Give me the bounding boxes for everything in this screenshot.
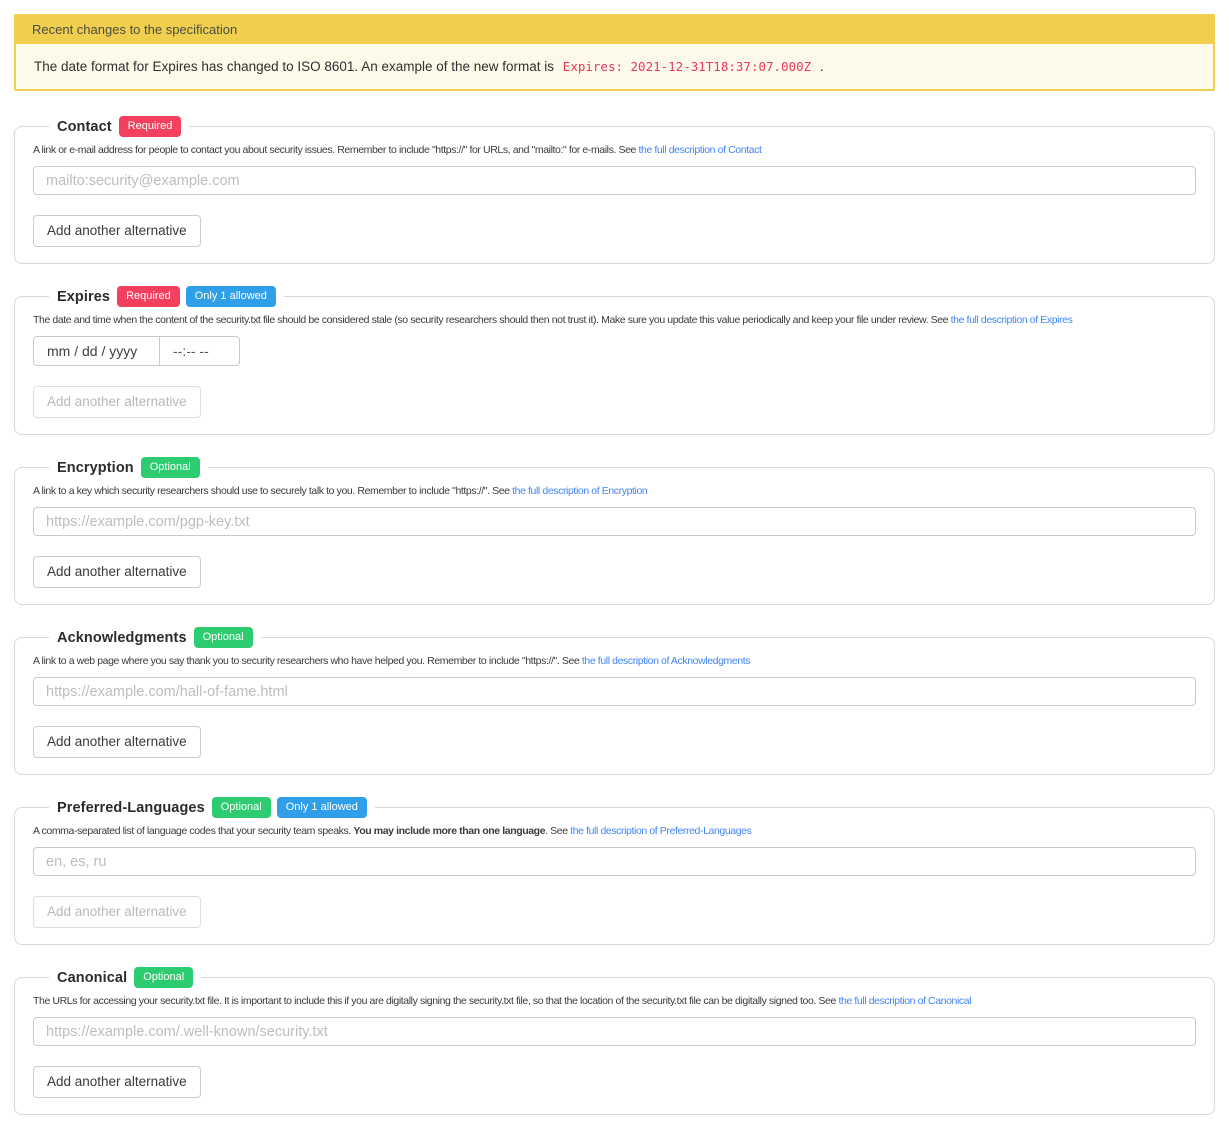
description-text: The URLs for accessing your security.txt… — [33, 995, 839, 1007]
section-description: A comma-separated list of language codes… — [33, 825, 1196, 837]
banner-message: The date format for Expires has changed … — [16, 44, 1213, 89]
section-badges: Required — [118, 116, 182, 137]
optional-badge: Optional — [134, 967, 194, 988]
section-description: The date and time when the content of th… — [33, 314, 1196, 326]
description-text: A comma-separated list of language codes… — [33, 825, 354, 837]
add-alternative-button[interactable]: Add another alternative — [33, 556, 201, 588]
optional-badge: Optional — [193, 627, 253, 648]
section-description: A link to a key which security researche… — [33, 485, 1196, 497]
full-description-link[interactable]: the full description of Canonical — [838, 995, 971, 1007]
input-row — [33, 507, 1196, 536]
input-row — [33, 166, 1196, 195]
securitytxt-form-page: Recent changes to the specification The … — [0, 0, 1229, 1115]
form-section-canonical: Canonical Optional The URLs for accessin… — [14, 967, 1215, 1115]
description-mid-text: . See — [545, 825, 571, 837]
section-title: Acknowledgments — [57, 629, 187, 646]
section-badges: Required Only 1 allowed — [117, 286, 276, 307]
form-section-contact: Contact Required A link or e-mail addres… — [14, 116, 1215, 264]
full-description-link[interactable]: the full description of Preferred-Langua… — [570, 825, 752, 837]
description-text: A link to a key which security researche… — [33, 485, 513, 497]
section-title: Contact — [57, 118, 112, 135]
section-legend: Encryption Optional — [49, 457, 208, 478]
preferred-languages-input[interactable] — [33, 847, 1196, 876]
form-section-encryption: Encryption Optional A link to a key whic… — [14, 457, 1215, 605]
section-legend: Contact Required — [49, 116, 189, 137]
description-text: A link to a web page where you say thank… — [33, 655, 582, 667]
section-title: Canonical — [57, 969, 128, 986]
full-description-link[interactable]: the full description of Contact — [638, 144, 761, 156]
description-bold-text: You may include more than one language — [353, 825, 546, 837]
add-alternative-button[interactable]: Add another alternative — [33, 726, 201, 758]
expires-time-input[interactable]: --:-- -- — [160, 336, 240, 366]
add-alternative-button: Add another alternative — [33, 386, 201, 418]
canonical-input[interactable] — [33, 1017, 1196, 1046]
expires-datetime-group: mm / dd / yyyy --:-- -- — [33, 336, 1196, 366]
section-description: The URLs for accessing your security.txt… — [33, 995, 1196, 1007]
expires-example-code: Expires: 2021-12-31T18:37:07.000Z — [562, 59, 812, 74]
form-sections-container: Contact Required A link or e-mail addres… — [14, 116, 1215, 1115]
form-section-acknowledgments: Acknowledgments Optional A link to a web… — [14, 627, 1215, 775]
section-legend: Acknowledgments Optional — [49, 627, 261, 648]
banner-message-prefix: The date format for Expires has changed … — [34, 59, 558, 74]
section-title: Expires — [57, 288, 111, 305]
description-text: The date and time when the content of th… — [33, 314, 951, 326]
section-badges: Optional — [134, 967, 194, 988]
contact-input[interactable] — [33, 166, 1196, 195]
input-row — [33, 677, 1196, 706]
optional-badge: Optional — [211, 797, 271, 818]
full-description-link[interactable]: the full description of Acknowledgments — [582, 655, 751, 667]
section-badges: Optional — [140, 457, 200, 478]
spec-changes-banner: Recent changes to the specification The … — [14, 14, 1215, 91]
section-badges: Optional Only 1 allowed — [211, 797, 367, 818]
limit-badge: Only 1 allowed — [185, 286, 276, 307]
required-badge: Required — [118, 116, 182, 137]
section-description: A link or e-mail address for people to c… — [33, 144, 1196, 156]
description-text: A link or e-mail address for people to c… — [33, 144, 639, 156]
section-legend: Preferred-Languages Optional Only 1 allow… — [49, 797, 375, 818]
form-section-preferred-languages: Preferred-Languages Optional Only 1 allow… — [14, 797, 1215, 945]
optional-badge: Optional — [140, 457, 200, 478]
input-row — [33, 1017, 1196, 1046]
input-row — [33, 847, 1196, 876]
required-badge: Required — [117, 286, 180, 307]
section-legend: Canonical Optional — [49, 967, 201, 988]
add-alternative-button: Add another alternative — [33, 896, 201, 928]
full-description-link[interactable]: the full description of Encryption — [512, 485, 648, 497]
section-legend: Expires Required Only 1 allowed — [49, 286, 284, 307]
expires-date-input[interactable]: mm / dd / yyyy — [33, 336, 160, 366]
acknowledgments-input[interactable] — [33, 677, 1196, 706]
limit-badge: Only 1 allowed — [276, 797, 367, 818]
banner-message-suffix: . — [816, 59, 824, 74]
full-description-link[interactable]: the full description of Expires — [951, 314, 1073, 326]
form-section-expires: Expires Required Only 1 allowed The date … — [14, 286, 1215, 435]
add-alternative-button[interactable]: Add another alternative — [33, 215, 201, 247]
add-alternative-button[interactable]: Add another alternative — [33, 1066, 201, 1098]
input-row: mm / dd / yyyy --:-- -- — [33, 336, 1196, 366]
encryption-input[interactable] — [33, 507, 1196, 536]
section-badges: Optional — [193, 627, 253, 648]
section-title: Encryption — [57, 459, 134, 476]
banner-title: Recent changes to the specification — [16, 16, 1213, 44]
section-title: Preferred-Languages — [57, 799, 205, 816]
section-description: A link to a web page where you say thank… — [33, 655, 1196, 667]
